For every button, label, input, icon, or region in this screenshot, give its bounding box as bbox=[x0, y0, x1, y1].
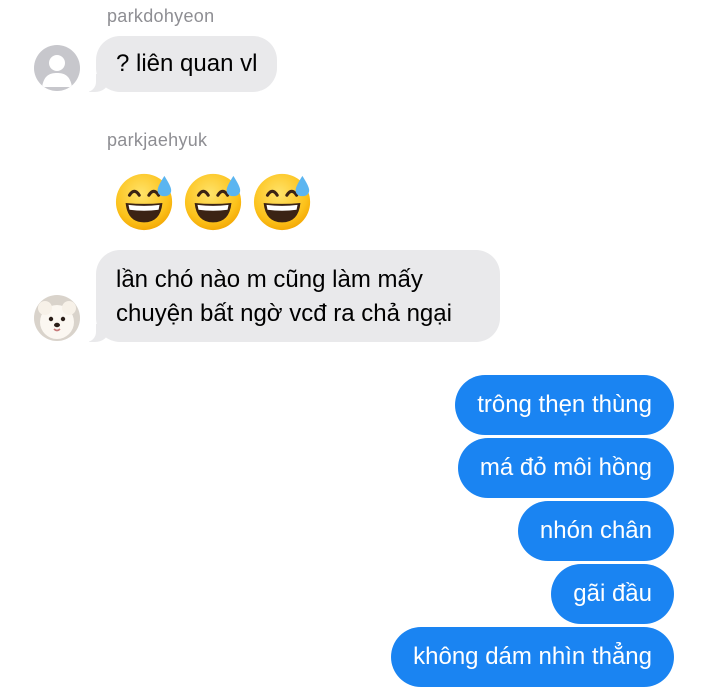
sender-name-parkjaehyuk: parkjaehyuk bbox=[107, 130, 208, 150]
pomeranian-avatar-icon bbox=[34, 295, 80, 341]
avatar-parkdohyeon[interactable] bbox=[34, 45, 80, 91]
avatar-parkjaehyuk[interactable] bbox=[34, 295, 80, 341]
message-bubble-incoming[interactable]: lần chó nào m cũng làm mấy chuyện bất ng… bbox=[80, 250, 500, 342]
grinning-face-with-sweat-icon bbox=[115, 173, 173, 231]
grinning-face-with-sweat-icon bbox=[253, 173, 311, 231]
sender-name-parkdohyeon: parkdohyeon bbox=[107, 6, 215, 26]
emoji-message[interactable] bbox=[114, 170, 314, 232]
message-text-line1: lần chó nào m cũng làm mấy bbox=[116, 266, 423, 293]
message-text-line2: chuyện bất ngờ vcđ ra chả ngại bbox=[116, 300, 452, 327]
default-avatar-icon bbox=[34, 45, 80, 91]
message-bubble-outgoing[interactable]: gãi đầu bbox=[551, 564, 674, 624]
message-bubble-outgoing[interactable]: không dám nhìn thẳng bbox=[391, 627, 674, 687]
message-bubble-outgoing[interactable]: trông thẹn thùng bbox=[455, 375, 674, 435]
message-bubble-incoming[interactable]: ? liên quan vl bbox=[79, 36, 278, 92]
message-bubble-outgoing[interactable]: nhón chân bbox=[517, 501, 674, 561]
message-text: ? liên quan vl bbox=[116, 50, 258, 77]
grinning-face-with-sweat-icon bbox=[184, 173, 242, 231]
message-bubble-outgoing[interactable]: má đỏ môi hồng bbox=[457, 438, 674, 498]
